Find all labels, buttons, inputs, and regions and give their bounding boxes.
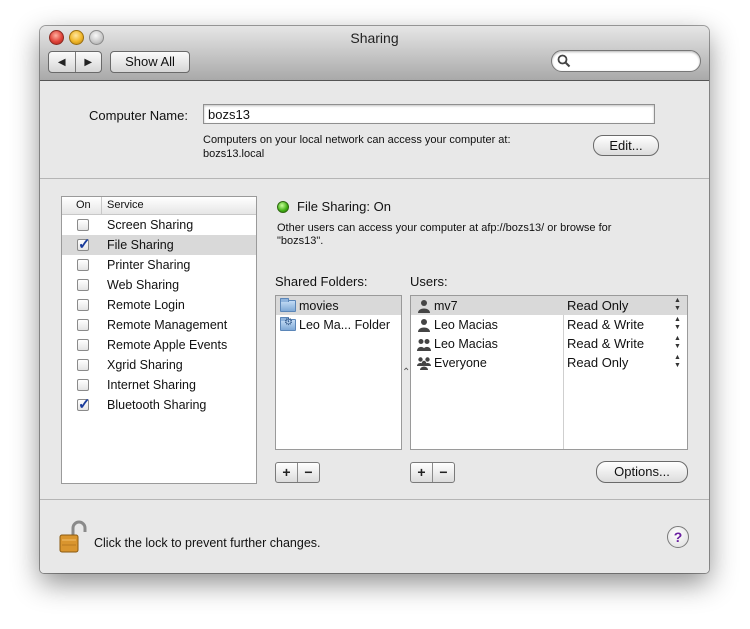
permission-popup[interactable]: Read Only bbox=[567, 296, 628, 315]
user-icon bbox=[418, 318, 430, 332]
sharing-window: Sharing ◀ ▶ Show All Computer Name: bozs… bbox=[40, 26, 709, 573]
service-checkbox[interactable] bbox=[77, 299, 89, 311]
service-label: Remote Management bbox=[107, 318, 228, 332]
help-button[interactable]: ? bbox=[667, 526, 689, 548]
user-name: mv7 bbox=[434, 298, 458, 313]
status-desc-line2: "bozs13". bbox=[277, 235, 324, 247]
service-row[interactable]: Remote Apple Events bbox=[62, 335, 256, 355]
folder-name: Leo Ma... Folder bbox=[299, 317, 391, 332]
user-row[interactable]: Leo Macias Read & Write ▲ ▼ bbox=[411, 334, 687, 353]
remove-user-button[interactable]: − bbox=[432, 463, 454, 482]
show-all-button[interactable]: Show All bbox=[110, 51, 190, 73]
updown-arrows-icon[interactable]: ▲ ▼ bbox=[674, 316, 681, 332]
service-checkbox[interactable] bbox=[77, 235, 91, 253]
service-label: File Sharing bbox=[107, 238, 174, 252]
forward-button[interactable]: ▶ bbox=[74, 52, 102, 72]
service-label: Remote Apple Events bbox=[107, 338, 228, 352]
service-label: Screen Sharing bbox=[107, 218, 194, 232]
updown-arrows-icon[interactable]: ▲ ▼ bbox=[674, 335, 681, 351]
service-checkbox[interactable] bbox=[77, 259, 89, 271]
footer-bar: Click the lock to prevent further change… bbox=[40, 499, 709, 573]
service-column-header[interactable]: Service bbox=[102, 197, 144, 214]
service-label: Xgrid Sharing bbox=[107, 358, 183, 372]
service-row[interactable]: Internet Sharing bbox=[62, 375, 256, 395]
permission-popup[interactable]: Read Only bbox=[567, 353, 628, 372]
lock-message: Click the lock to prevent further change… bbox=[94, 536, 321, 550]
search-field[interactable] bbox=[551, 50, 701, 72]
permission-popup[interactable]: Read & Write bbox=[567, 334, 644, 353]
user-row[interactable]: Everyone Read Only ▲ ▼ bbox=[411, 353, 687, 372]
folder-name: movies bbox=[299, 298, 339, 313]
updown-arrows-icon[interactable]: ▲ ▼ bbox=[674, 354, 681, 370]
shared-folder-icon bbox=[280, 316, 296, 331]
service-row[interactable]: Printer Sharing bbox=[62, 255, 256, 275]
computer-name-desc-line1: Computers on your local network can acce… bbox=[203, 134, 511, 146]
permission-popup[interactable]: Read & Write bbox=[567, 315, 644, 334]
shared-folders-label: Shared Folders: bbox=[275, 274, 368, 289]
window-title: Sharing bbox=[350, 30, 399, 46]
folder-add-remove-buttons: + − bbox=[275, 462, 320, 483]
user-icon bbox=[418, 299, 430, 313]
computer-local-address: bozs13.local bbox=[203, 148, 265, 160]
add-folder-button[interactable]: + bbox=[276, 463, 297, 482]
status-desc-line1: Other users can access your computer at … bbox=[277, 222, 612, 234]
everyone-icon bbox=[417, 356, 431, 370]
service-table: On Service Screen Sharing File Sharing P… bbox=[61, 196, 257, 484]
service-label: Printer Sharing bbox=[107, 258, 191, 272]
title-toolbar: Sharing ◀ ▶ Show All bbox=[40, 26, 709, 81]
user-row[interactable]: Leo Macias Read & Write ▲ ▼ bbox=[411, 315, 687, 334]
service-row[interactable]: Remote Login bbox=[62, 295, 256, 315]
user-name: Leo Macias bbox=[434, 317, 498, 332]
status-text: File Sharing: On bbox=[297, 199, 391, 214]
service-table-header: On Service bbox=[62, 197, 256, 215]
service-label: Remote Login bbox=[107, 298, 185, 312]
service-row[interactable]: Web Sharing bbox=[62, 275, 256, 295]
service-checkbox[interactable] bbox=[77, 339, 89, 351]
service-checkbox[interactable] bbox=[77, 279, 89, 291]
folder-row[interactable]: movies bbox=[276, 296, 401, 315]
service-row[interactable]: File Sharing bbox=[62, 235, 256, 255]
service-row[interactable]: Xgrid Sharing bbox=[62, 355, 256, 375]
remove-folder-button[interactable]: − bbox=[297, 463, 319, 482]
on-column-header[interactable]: On bbox=[62, 197, 102, 214]
service-row[interactable]: Remote Management bbox=[62, 315, 256, 335]
service-label: Web Sharing bbox=[107, 278, 180, 292]
unlocked-lock-icon[interactable] bbox=[59, 520, 87, 554]
edit-button[interactable]: Edit... bbox=[593, 135, 659, 156]
updown-arrows-icon[interactable]: ▲ ▼ bbox=[674, 297, 681, 313]
service-checkbox[interactable] bbox=[77, 379, 89, 391]
service-checkbox[interactable] bbox=[77, 395, 91, 413]
options-button[interactable]: Options... bbox=[596, 461, 688, 483]
sharing-main-pane: On Service Screen Sharing File Sharing P… bbox=[40, 179, 709, 499]
service-checkbox[interactable] bbox=[77, 219, 89, 231]
folder-row[interactable]: Leo Ma... Folder bbox=[276, 315, 401, 334]
computer-name-label: Computer Name: bbox=[89, 108, 188, 123]
status-indicator-icon bbox=[277, 201, 289, 213]
computer-name-field[interactable]: bozs13 bbox=[203, 104, 655, 124]
user-add-remove-buttons: + − bbox=[410, 462, 455, 483]
user-name: Everyone bbox=[434, 355, 487, 370]
user-row[interactable]: mv7 Read Only ▲ ▼ bbox=[411, 296, 687, 315]
nav-button-group: ◀ ▶ bbox=[48, 51, 102, 73]
shared-folders-list: movies Leo Ma... Folder bbox=[275, 295, 402, 450]
service-label: Bluetooth Sharing bbox=[107, 398, 207, 412]
service-checkbox[interactable] bbox=[77, 319, 89, 331]
users-list: mv7 Read Only ▲ ▼ Leo Macias Read & Write… bbox=[410, 295, 688, 450]
folder-icon bbox=[280, 297, 296, 312]
service-label: Internet Sharing bbox=[107, 378, 196, 392]
service-checkbox[interactable] bbox=[77, 359, 89, 371]
user-name: Leo Macias bbox=[434, 336, 498, 351]
search-input[interactable] bbox=[574, 53, 692, 69]
add-user-button[interactable]: + bbox=[411, 463, 432, 482]
search-icon bbox=[557, 54, 571, 68]
service-row[interactable]: Screen Sharing bbox=[62, 215, 256, 235]
group-icon bbox=[417, 338, 431, 351]
status-description: Other users can access your computer at … bbox=[277, 222, 687, 248]
service-row[interactable]: Bluetooth Sharing bbox=[62, 395, 256, 415]
users-label: Users: bbox=[410, 274, 448, 289]
back-button[interactable]: ◀ bbox=[49, 52, 75, 72]
computer-name-section: Computer Name: bozs13 Computers on your … bbox=[40, 81, 709, 179]
computer-name-description: Computers on your local network can acce… bbox=[203, 133, 511, 161]
